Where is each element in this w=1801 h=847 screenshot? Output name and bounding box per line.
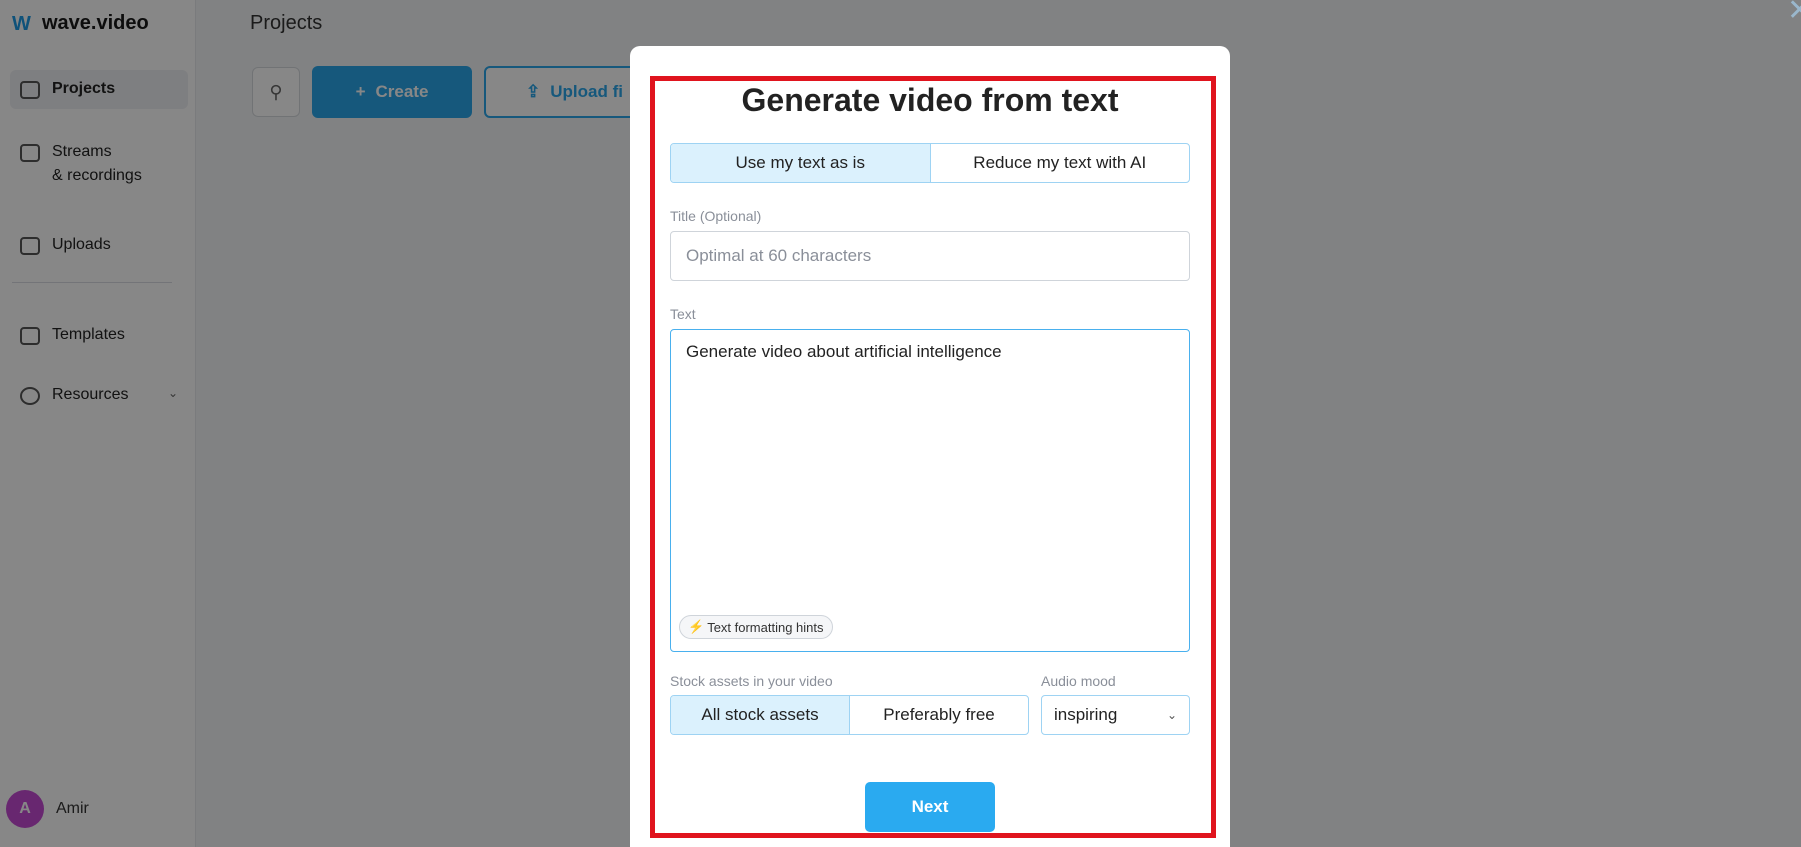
next-button[interactable]: Next [865, 782, 995, 832]
lightning-icon: ⚡ [688, 619, 705, 634]
use-text-as-is-option[interactable]: Use my text as is [671, 144, 930, 182]
text-field-label: Text [670, 306, 696, 322]
title-input[interactable] [670, 231, 1190, 281]
close-icon[interactable]: ✕ [1787, 0, 1801, 42]
text-formatting-hints-button[interactable]: ⚡ Text formatting hints [679, 615, 833, 639]
stock-assets-toggle: All stock assets Preferably free [670, 695, 1029, 735]
chevron-down-icon: ⌄ [1166, 708, 1177, 722]
preferably-free-option[interactable]: Preferably free [849, 696, 1028, 734]
hints-label: Text formatting hints [707, 619, 824, 635]
text-field: Generate video about artificial intellig… [670, 329, 1190, 652]
all-stock-assets-option[interactable]: All stock assets [671, 696, 849, 734]
audio-mood-label: Audio mood [1041, 673, 1116, 689]
audio-mood-value: inspiring [1054, 705, 1118, 724]
stock-assets-label: Stock assets in your video [670, 673, 833, 689]
reduce-text-with-ai-option[interactable]: Reduce my text with AI [929, 144, 1190, 182]
text-input[interactable]: Generate video about artificial intellig… [671, 330, 1189, 651]
audio-mood-select[interactable]: inspiring ⌄ [1041, 695, 1190, 735]
modal-title: Generate video from text [741, 82, 1119, 118]
text-mode-toggle: Use my text as is Reduce my text with AI [670, 143, 1190, 183]
title-field-label: Title (Optional) [670, 208, 762, 224]
